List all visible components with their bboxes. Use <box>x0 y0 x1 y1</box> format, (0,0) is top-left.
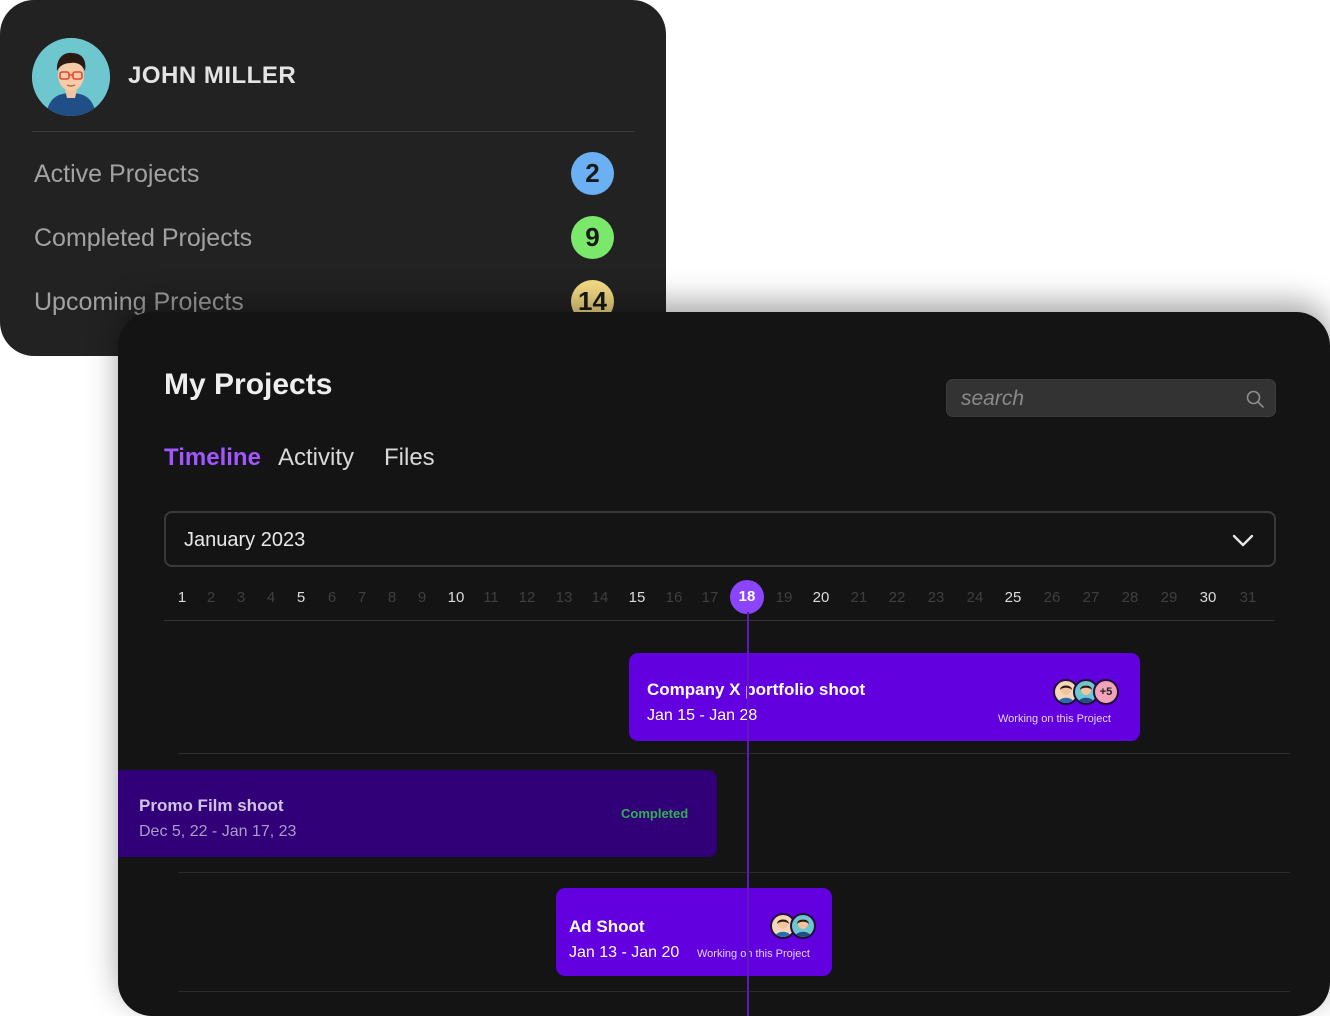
project-title: Ad Shoot <box>569 917 645 936</box>
day-28[interactable]: 28 <box>1115 589 1145 606</box>
day-divider <box>164 620 1274 621</box>
project-dates: Jan 15 - Jan 28 <box>647 707 758 724</box>
profile-card: JOHN MILLER Active Projects 2 Completed … <box>0 0 666 356</box>
month-select[interactable]: January 2023 <box>164 511 1276 567</box>
more-members-badge[interactable]: +5 <box>1093 679 1119 705</box>
user-name: JOHN MILLER <box>128 62 297 89</box>
day-27[interactable]: 27 <box>1076 589 1106 606</box>
day-5[interactable]: 5 <box>286 589 316 606</box>
count-badge: 9 <box>571 216 614 259</box>
search-input[interactable] <box>959 380 1233 418</box>
tab-timeline[interactable]: Timeline <box>164 444 261 472</box>
row-divider <box>178 753 1290 754</box>
day-20[interactable]: 20 <box>806 589 836 606</box>
day-6[interactable]: 6 <box>317 589 347 606</box>
day-12[interactable]: 12 <box>512 589 542 606</box>
day-29[interactable]: 29 <box>1154 589 1184 606</box>
member-avatars[interactable] <box>770 913 818 939</box>
today-marker-line <box>747 612 749 1016</box>
stat-active-projects[interactable]: Active Projects 2 <box>34 152 614 196</box>
day-11[interactable]: 11 <box>476 589 506 606</box>
project-title: Promo Film shoot <box>139 796 284 815</box>
chevron-down-icon[interactable] <box>1232 530 1254 550</box>
search-box[interactable] <box>946 379 1276 418</box>
day-1[interactable]: 1 <box>167 589 197 606</box>
day-16[interactable]: 16 <box>659 589 689 606</box>
tab-files[interactable]: Files <box>384 444 435 472</box>
search-icon[interactable] <box>1245 389 1265 409</box>
project-note: Working on this Project <box>697 948 810 960</box>
day-30[interactable]: 30 <box>1193 589 1223 606</box>
day-25[interactable]: 25 <box>998 589 1028 606</box>
day-13[interactable]: 13 <box>549 589 579 606</box>
day-4[interactable]: 4 <box>256 589 286 606</box>
page-title: My Projects <box>164 368 333 401</box>
project-note: Working on this Project <box>998 713 1111 725</box>
day-19[interactable]: 19 <box>769 589 799 606</box>
day-21[interactable]: 21 <box>844 589 874 606</box>
month-label: January 2023 <box>184 529 306 551</box>
day-22[interactable]: 22 <box>882 589 912 606</box>
day-7[interactable]: 7 <box>347 589 377 606</box>
count-badge: 2 <box>571 152 614 195</box>
day-17[interactable]: 17 <box>695 589 725 606</box>
day-8[interactable]: 8 <box>377 589 407 606</box>
tab-activity[interactable]: Activity <box>278 444 354 472</box>
row-divider <box>178 872 1290 873</box>
day-23[interactable]: 23 <box>921 589 951 606</box>
project-dates: Jan 13 - Jan 20 <box>569 944 680 961</box>
day-14[interactable]: 14 <box>585 589 615 606</box>
status-badge: Completed <box>621 806 689 821</box>
project-bar-ad-shoot[interactable]: Ad Shoot Jan 13 - Jan 20 Working on this… <box>556 888 832 976</box>
day-3[interactable]: 3 <box>226 589 256 606</box>
day-today[interactable]: 18 <box>730 580 764 614</box>
profile-divider <box>32 131 634 132</box>
day-31[interactable]: 31 <box>1233 589 1263 606</box>
day-15[interactable]: 15 <box>622 589 652 606</box>
member-avatar <box>790 913 816 939</box>
day-10[interactable]: 10 <box>441 589 471 606</box>
stat-completed-projects[interactable]: Completed Projects 9 <box>34 216 614 260</box>
project-bar-promo-film[interactable]: Promo Film shoot Dec 5, 22 - Jan 17, 23 … <box>118 770 717 857</box>
project-dates: Dec 5, 22 - Jan 17, 23 <box>139 823 297 840</box>
project-title: Company X portfolio shoot <box>647 680 866 699</box>
stat-label: Active Projects <box>34 160 200 188</box>
avatar[interactable] <box>32 38 110 116</box>
projects-panel: My Projects Timeline Activity Files Janu… <box>118 312 1330 1016</box>
day-9[interactable]: 9 <box>407 589 437 606</box>
stat-label: Completed Projects <box>34 224 253 252</box>
day-26[interactable]: 26 <box>1037 589 1067 606</box>
row-divider <box>178 991 1290 992</box>
project-bar-company-x[interactable]: Company X portfolio shoot Jan 15 - Jan 2… <box>629 653 1140 741</box>
day-2[interactable]: 2 <box>196 589 226 606</box>
member-avatars[interactable]: +5 <box>1053 679 1121 705</box>
day-24[interactable]: 24 <box>960 589 990 606</box>
